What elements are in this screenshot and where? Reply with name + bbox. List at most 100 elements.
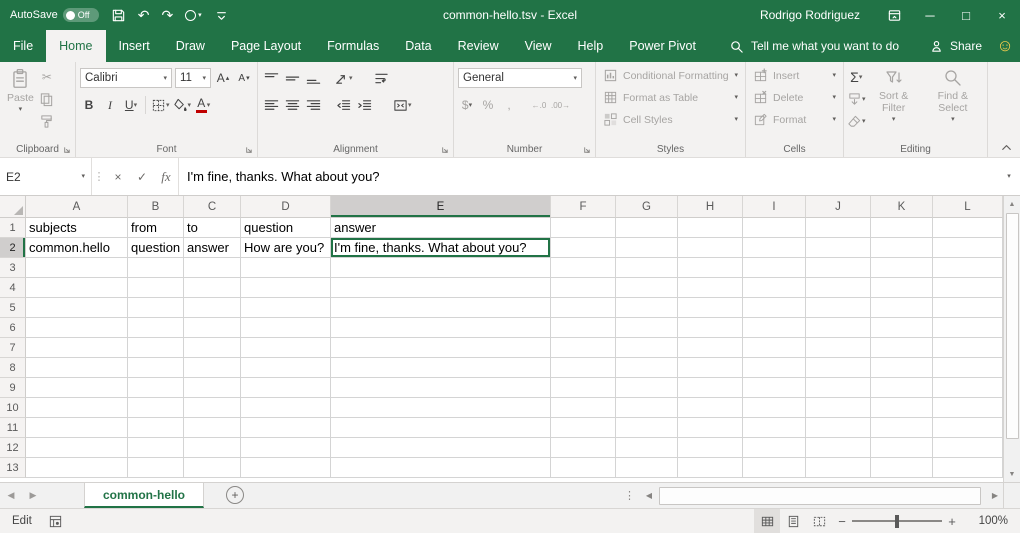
cell-E5[interactable] [331, 298, 551, 318]
cell-styles-button[interactable]: Cell Styles ▾ [599, 109, 742, 130]
column-header-K[interactable]: K [871, 196, 933, 218]
cell-G8[interactable] [616, 358, 678, 378]
cell-A5[interactable] [26, 298, 128, 318]
font-color-button[interactable]: A▾ [194, 95, 212, 115]
cell-B11[interactable] [128, 418, 184, 438]
find-select-button[interactable]: Find & Select ▾ [922, 65, 984, 143]
align-right-button[interactable] [304, 95, 322, 115]
vertical-scroll-thumb[interactable] [1006, 213, 1019, 439]
cell-C4[interactable] [184, 278, 241, 298]
column-header-I[interactable]: I [743, 196, 806, 218]
cell-B9[interactable] [128, 378, 184, 398]
cell-J7[interactable] [806, 338, 871, 358]
row-header-8[interactable]: 8 [0, 358, 26, 378]
close-button[interactable]: × [984, 0, 1020, 30]
tab-power-pivot[interactable]: Power Pivot [616, 30, 709, 62]
cell-F5[interactable] [551, 298, 616, 318]
cell-D10[interactable] [241, 398, 331, 418]
cell-F3[interactable] [551, 258, 616, 278]
cell-D4[interactable] [241, 278, 331, 298]
cell-B6[interactable] [128, 318, 184, 338]
cell-H12[interactable] [678, 438, 743, 458]
tell-me-box[interactable]: Tell me what you want to do [729, 30, 899, 62]
insert-cells-button[interactable]: Insert ▾ [749, 65, 840, 86]
zoom-level[interactable]: 100% [962, 515, 1008, 527]
cell-E3[interactable] [331, 258, 551, 278]
cell-I2[interactable] [743, 238, 806, 258]
autosum-button[interactable]: Σ▾ [847, 67, 866, 87]
scroll-down-icon[interactable]: ▼ [1004, 466, 1020, 482]
cut-button[interactable]: ✂ [38, 67, 56, 87]
font-size-select[interactable]: 11▾ [175, 68, 211, 88]
row-header-4[interactable]: 4 [0, 278, 26, 298]
cell-C13[interactable] [184, 458, 241, 478]
autosave-toggle[interactable]: AutoSave Off [10, 8, 99, 22]
cell-I3[interactable] [743, 258, 806, 278]
cell-B5[interactable] [128, 298, 184, 318]
cell-G13[interactable] [616, 458, 678, 478]
cell-K11[interactable] [871, 418, 933, 438]
cell-D7[interactable] [241, 338, 331, 358]
cell-J13[interactable] [806, 458, 871, 478]
column-header-C[interactable]: C [184, 196, 241, 218]
cell-G1[interactable] [616, 218, 678, 238]
font-name-select[interactable]: Calibri▾ [80, 68, 172, 88]
sort-filter-button[interactable]: Sort & Filter ▾ [866, 65, 922, 143]
cell-E7[interactable] [331, 338, 551, 358]
cell-H9[interactable] [678, 378, 743, 398]
cell-F11[interactable] [551, 418, 616, 438]
cell-D3[interactable] [241, 258, 331, 278]
cell-B12[interactable] [128, 438, 184, 458]
cell-E10[interactable] [331, 398, 551, 418]
cell-J5[interactable] [806, 298, 871, 318]
comma-style-button[interactable]: , [500, 95, 518, 115]
column-header-J[interactable]: J [806, 196, 871, 218]
tab-help[interactable]: Help [565, 30, 617, 62]
cell-K4[interactable] [871, 278, 933, 298]
cell-E8[interactable] [331, 358, 551, 378]
cell-F1[interactable] [551, 218, 616, 238]
clear-button[interactable]: ▾ [847, 111, 866, 131]
page-layout-view-button[interactable] [780, 509, 806, 533]
cell-H7[interactable] [678, 338, 743, 358]
italic-button[interactable]: I [101, 95, 119, 115]
row-header-1[interactable]: 1 [0, 218, 26, 238]
new-sheet-button[interactable]: + [226, 486, 244, 504]
cell-K12[interactable] [871, 438, 933, 458]
column-header-E[interactable]: E [331, 196, 551, 218]
cell-H1[interactable] [678, 218, 743, 238]
cell-B10[interactable] [128, 398, 184, 418]
cell-H2[interactable] [678, 238, 743, 258]
name-box-dropdown-icon[interactable]: ▾ [81, 173, 85, 180]
tab-data[interactable]: Data [392, 30, 444, 62]
formula-bar-resize-handle[interactable]: ⋮ [92, 158, 106, 195]
cell-I8[interactable] [743, 358, 806, 378]
cell-F13[interactable] [551, 458, 616, 478]
undo-button[interactable]: ↶ [138, 8, 150, 22]
touch-mode-button[interactable]: ▾ [185, 10, 202, 21]
clipboard-dialog-launcher[interactable] [62, 144, 72, 154]
cell-F9[interactable] [551, 378, 616, 398]
cell-C11[interactable] [184, 418, 241, 438]
row-header-2[interactable]: 2 [0, 238, 26, 258]
fill-color-button[interactable]: ▾ [173, 95, 192, 115]
cell-K8[interactable] [871, 358, 933, 378]
cell-L3[interactable] [933, 258, 1003, 278]
cell-J12[interactable] [806, 438, 871, 458]
collapse-ribbon-button[interactable] [999, 140, 1014, 155]
cell-J1[interactable] [806, 218, 871, 238]
tab-draw[interactable]: Draw [163, 30, 218, 62]
cell-H3[interactable] [678, 258, 743, 278]
increase-font-size-button[interactable]: A▴ [214, 68, 232, 88]
paste-button[interactable]: Paste ▾ [3, 65, 38, 143]
cell-E2[interactable]: I'm fine, thanks. What about you? [331, 238, 551, 258]
cell-C5[interactable] [184, 298, 241, 318]
cell-D9[interactable] [241, 378, 331, 398]
cell-I1[interactable] [743, 218, 806, 238]
cell-I12[interactable] [743, 438, 806, 458]
cell-A1[interactable]: subjects [26, 218, 128, 238]
insert-function-button[interactable]: fx [154, 158, 178, 195]
cell-C8[interactable] [184, 358, 241, 378]
cell-E1[interactable]: answer [331, 218, 551, 238]
cell-C1[interactable]: to [184, 218, 241, 238]
